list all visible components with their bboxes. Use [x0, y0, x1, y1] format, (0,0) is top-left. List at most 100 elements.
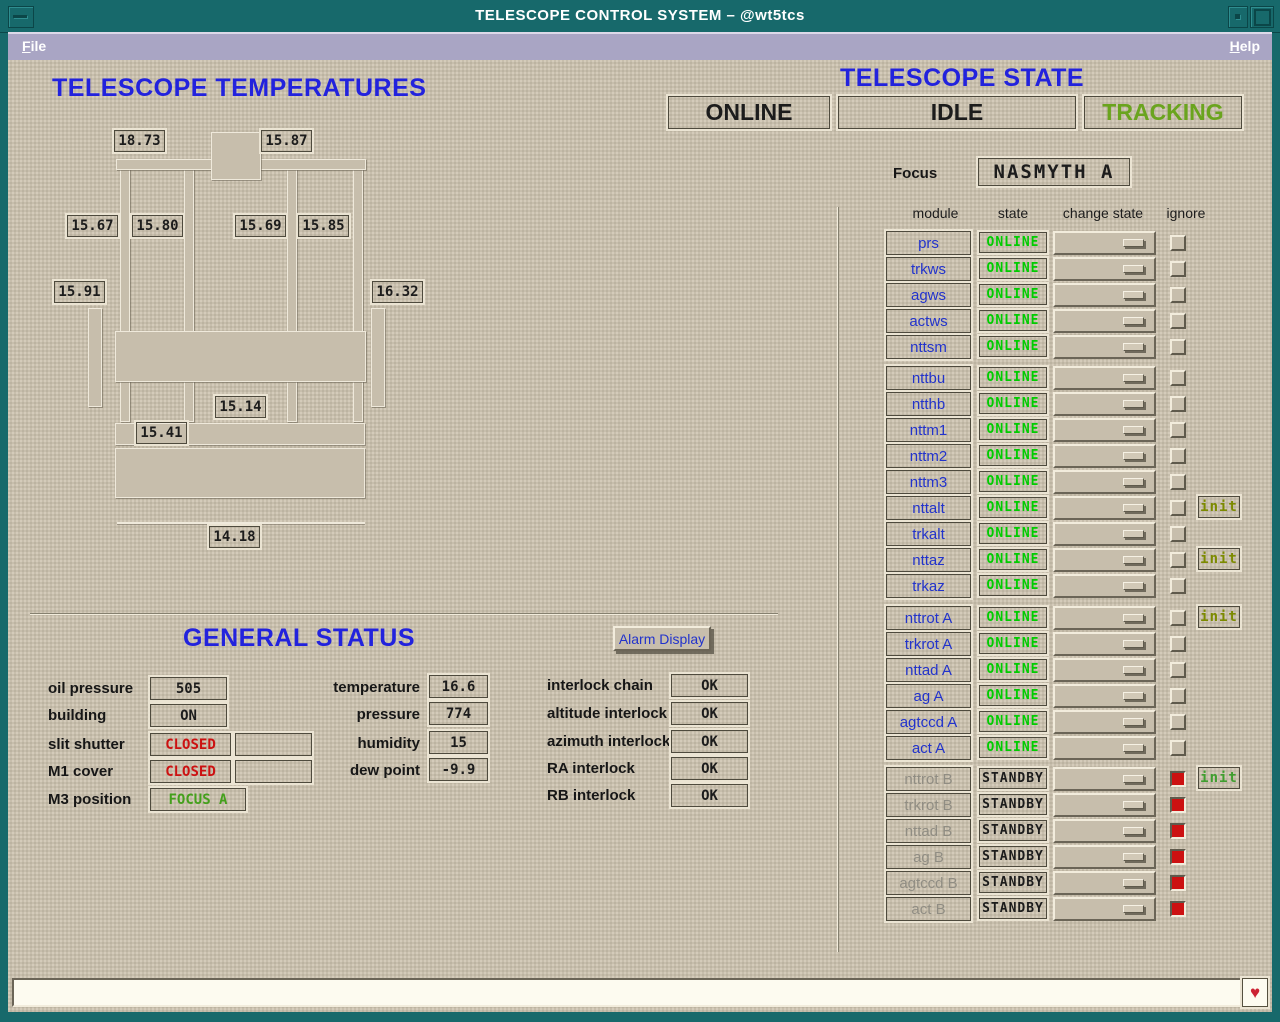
minimize-button[interactable]	[1228, 6, 1248, 28]
general-label: M1 cover	[48, 763, 113, 780]
ignore-checkbox[interactable]	[1170, 261, 1186, 277]
ignore-checkbox[interactable]	[1170, 740, 1186, 756]
ignore-checkbox[interactable]	[1170, 849, 1186, 865]
change-state-dropdown[interactable]	[1053, 574, 1156, 598]
module-button[interactable]: agws	[886, 283, 971, 307]
module-button[interactable]: trkrot A	[886, 632, 971, 656]
module-button[interactable]: nttsm	[886, 335, 971, 359]
change-state-dropdown[interactable]	[1053, 366, 1156, 390]
module-button[interactable]: actws	[886, 309, 971, 333]
module-button[interactable]: agtccd B	[886, 871, 971, 895]
change-state-dropdown[interactable]	[1053, 897, 1156, 921]
init-button[interactable]: init	[1198, 548, 1240, 570]
change-state-dropdown[interactable]	[1053, 793, 1156, 817]
ignore-checkbox[interactable]	[1170, 287, 1186, 303]
ignore-checkbox[interactable]	[1170, 636, 1186, 652]
module-button[interactable]: trkws	[886, 257, 971, 281]
module-button[interactable]: trkalt	[886, 522, 971, 546]
ignore-checkbox[interactable]	[1170, 339, 1186, 355]
ignore-checkbox[interactable]	[1170, 422, 1186, 438]
module-button[interactable]: nttrot B	[886, 767, 971, 791]
module-button[interactable]: nttaz	[886, 548, 971, 572]
dropdown-dash-icon	[1123, 775, 1144, 783]
module-button[interactable]: act B	[886, 897, 971, 921]
change-state-dropdown[interactable]	[1053, 392, 1156, 416]
module-button[interactable]: nttbu	[886, 366, 971, 390]
dropdown-dash-icon	[1123, 905, 1144, 913]
command-input[interactable]	[12, 978, 1246, 1007]
ignore-checkbox[interactable]	[1170, 235, 1186, 251]
ignore-checkbox[interactable]	[1170, 370, 1186, 386]
ignore-checkbox[interactable]	[1170, 396, 1186, 412]
change-state-dropdown[interactable]	[1053, 710, 1156, 734]
ignore-checkbox[interactable]	[1170, 714, 1186, 730]
module-button[interactable]: agtccd A	[886, 710, 971, 734]
module-button[interactable]: ag A	[886, 684, 971, 708]
module-state: ONLINE	[979, 336, 1047, 357]
ignore-checkbox[interactable]	[1170, 448, 1186, 464]
ignore-checkbox[interactable]	[1170, 500, 1186, 516]
init-button[interactable]: init	[1198, 496, 1240, 518]
change-state-dropdown[interactable]	[1053, 418, 1156, 442]
change-state-dropdown[interactable]	[1053, 606, 1156, 630]
module-button[interactable]: nttm2	[886, 444, 971, 468]
interlock-value: OK	[671, 674, 748, 697]
change-state-dropdown[interactable]	[1053, 335, 1156, 359]
alarm-display-button[interactable]: Alarm Display	[613, 626, 711, 651]
change-state-dropdown[interactable]	[1053, 736, 1156, 760]
ignore-checkbox[interactable]	[1170, 823, 1186, 839]
module-button[interactable]: nttalt	[886, 496, 971, 520]
ignore-checkbox[interactable]	[1170, 578, 1186, 594]
change-state-dropdown[interactable]	[1053, 632, 1156, 656]
change-state-dropdown[interactable]	[1053, 819, 1156, 843]
change-state-dropdown[interactable]	[1053, 684, 1156, 708]
change-state-dropdown[interactable]	[1053, 231, 1156, 255]
ignore-checkbox[interactable]	[1170, 901, 1186, 917]
change-state-dropdown[interactable]	[1053, 767, 1156, 791]
module-state: ONLINE	[979, 393, 1047, 414]
change-state-dropdown[interactable]	[1053, 658, 1156, 682]
module-button[interactable]: ag B	[886, 845, 971, 869]
module-button[interactable]: nttad B	[886, 819, 971, 843]
ignore-checkbox[interactable]	[1170, 771, 1186, 787]
module-button[interactable]: nttad A	[886, 658, 971, 682]
ignore-checkbox[interactable]	[1170, 474, 1186, 490]
module-button[interactable]: prs	[886, 231, 971, 255]
ignore-checkbox[interactable]	[1170, 688, 1186, 704]
change-state-dropdown[interactable]	[1053, 548, 1156, 572]
ignore-checkbox[interactable]	[1170, 875, 1186, 891]
change-state-dropdown[interactable]	[1053, 522, 1156, 546]
ignore-checkbox[interactable]	[1170, 313, 1186, 329]
change-state-dropdown[interactable]	[1053, 496, 1156, 520]
ignore-checkbox[interactable]	[1170, 610, 1186, 626]
module-row-nttaz: nttazONLINEinit	[8, 548, 1272, 572]
change-state-dropdown[interactable]	[1053, 871, 1156, 895]
general-value: 505	[150, 677, 227, 700]
focus-value: NASMYTH A	[978, 158, 1130, 186]
menu-file[interactable]: File	[22, 38, 46, 54]
dropdown-dash-icon	[1123, 265, 1144, 273]
telescope-secondary-box	[211, 132, 261, 180]
module-state: ONLINE	[979, 633, 1047, 654]
menu-help[interactable]: Help	[1230, 38, 1260, 54]
ignore-checkbox[interactable]	[1170, 662, 1186, 678]
maximize-button[interactable]	[1250, 6, 1274, 28]
change-state-dropdown[interactable]	[1053, 845, 1156, 869]
change-state-dropdown[interactable]	[1053, 309, 1156, 333]
module-button[interactable]: nttm1	[886, 418, 971, 442]
module-button[interactable]: act A	[886, 736, 971, 760]
module-button[interactable]: ntthb	[886, 392, 971, 416]
ignore-checkbox[interactable]	[1170, 797, 1186, 813]
ignore-checkbox[interactable]	[1170, 552, 1186, 568]
module-button[interactable]: nttm3	[886, 470, 971, 494]
change-state-dropdown[interactable]	[1053, 444, 1156, 468]
change-state-dropdown[interactable]	[1053, 470, 1156, 494]
module-button[interactable]: trkaz	[886, 574, 971, 598]
init-button[interactable]: init	[1198, 606, 1240, 628]
change-state-dropdown[interactable]	[1053, 283, 1156, 307]
change-state-dropdown[interactable]	[1053, 257, 1156, 281]
init-button[interactable]: init	[1198, 767, 1240, 789]
module-button[interactable]: nttrot A	[886, 606, 971, 630]
module-button[interactable]: trkrot B	[886, 793, 971, 817]
ignore-checkbox[interactable]	[1170, 526, 1186, 542]
